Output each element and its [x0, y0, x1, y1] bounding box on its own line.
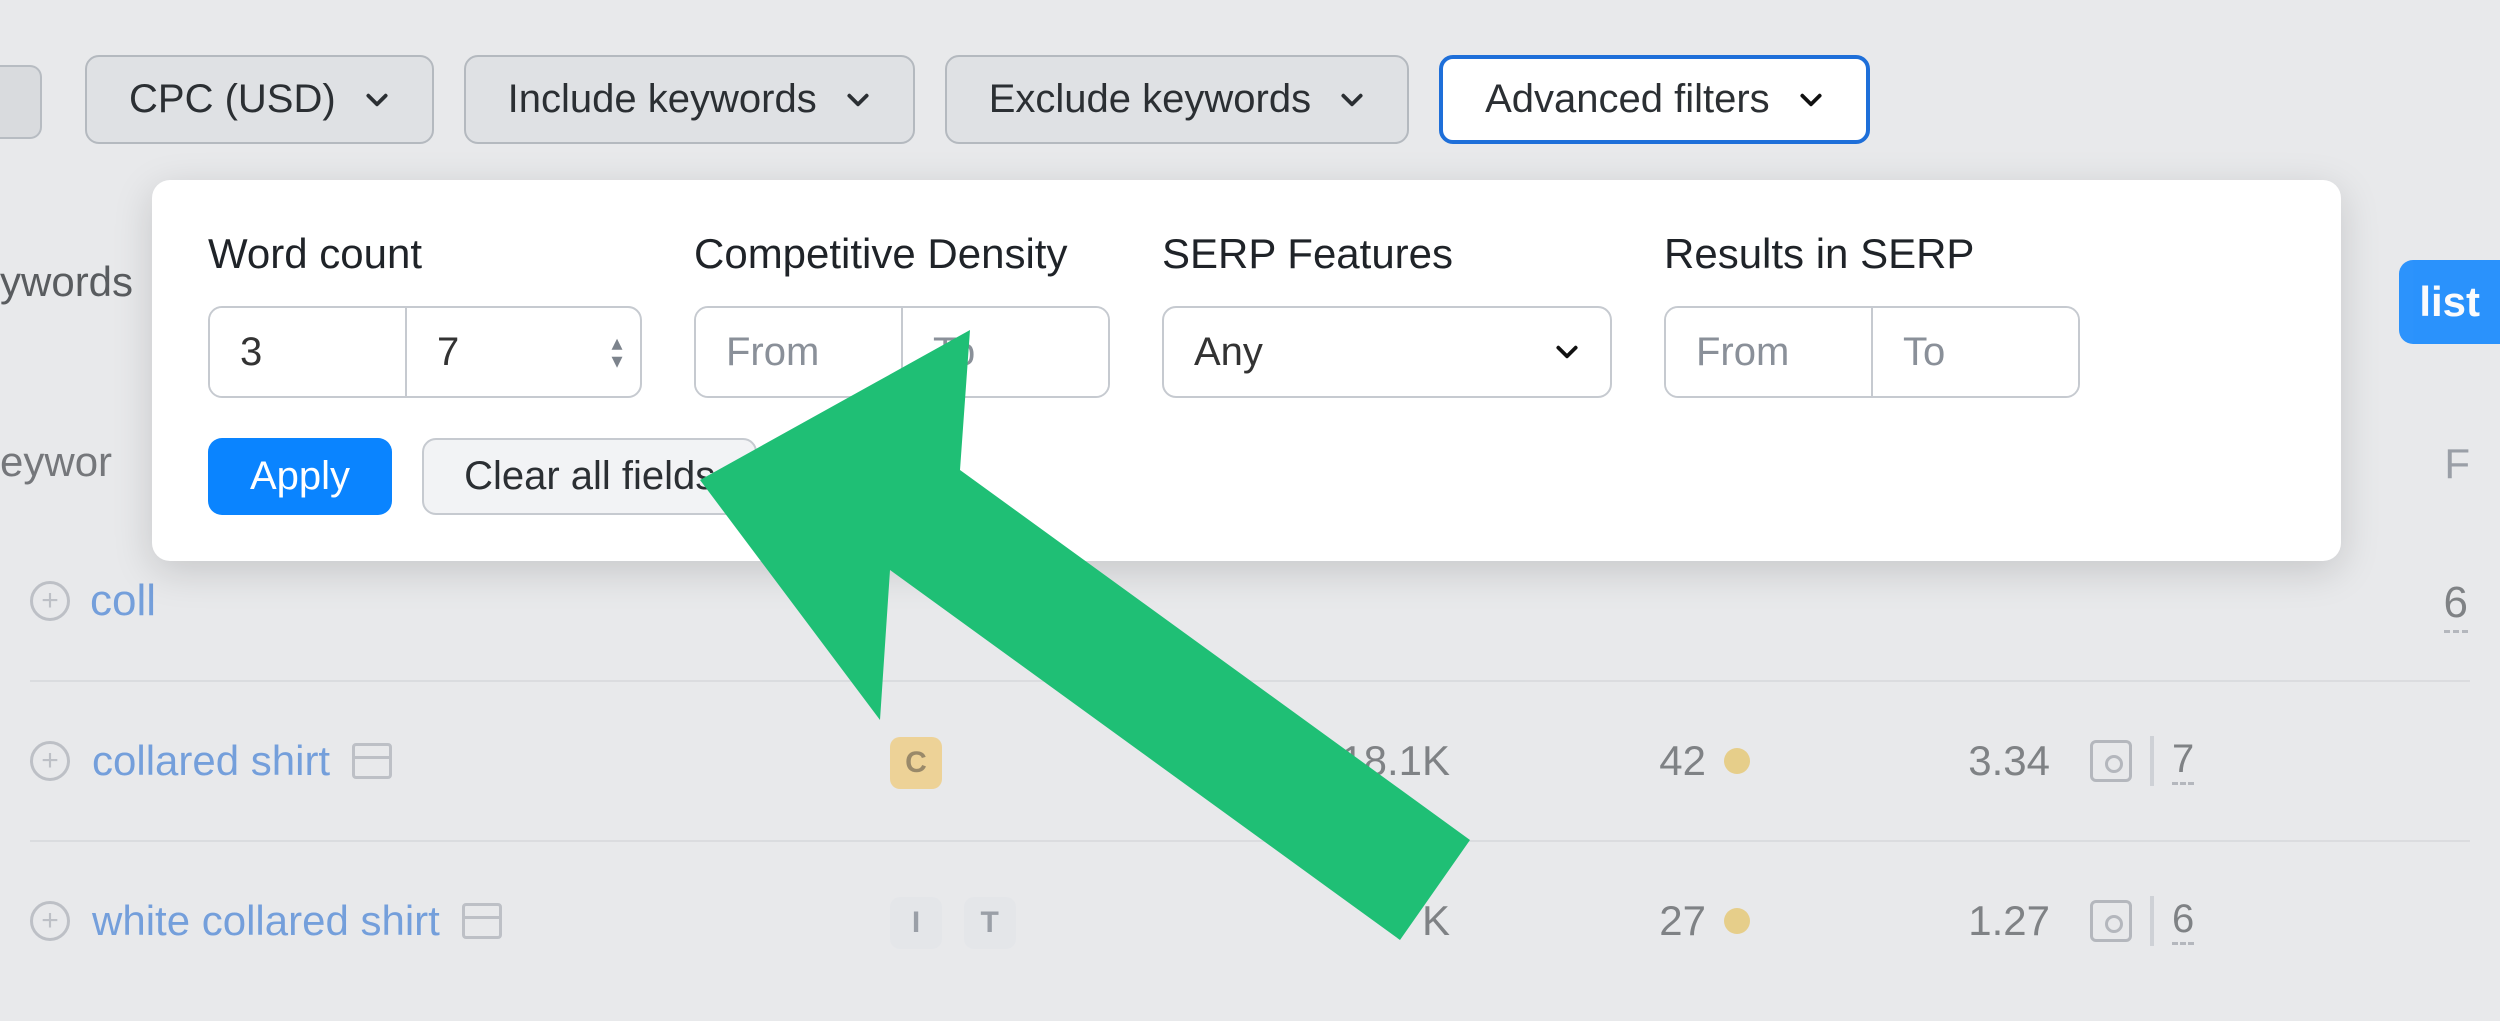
cropped-text: eywor	[0, 438, 140, 486]
sf-count: 6	[2172, 897, 2194, 945]
results-in-serp-from-input[interactable]	[1666, 308, 1871, 396]
volume-cell: 18.1K	[1180, 737, 1500, 785]
word-count-label: Word count	[208, 230, 642, 278]
include-keywords-label: Include keywords	[508, 77, 817, 122]
competitive-density-range	[694, 306, 1110, 398]
serp-features-group: SERP Features Any	[1162, 230, 1612, 398]
kd-cell: 42	[1500, 737, 1790, 785]
open-icon[interactable]	[462, 903, 502, 939]
kd-dot-icon	[1724, 908, 1750, 934]
cpc-cell: 1.27	[1790, 897, 2090, 945]
competitive-density-label: Competitive Density	[694, 230, 1110, 278]
table-row-fragment: + coll	[30, 576, 156, 626]
chevron-down-icon	[1798, 87, 1824, 113]
keyword-link-fragment[interactable]: coll	[90, 576, 156, 626]
table-row: + collared shirt C 18.1K 42 3.34 7	[30, 680, 2470, 840]
chevron-down-icon	[364, 87, 390, 113]
sf-cell: 6	[2090, 896, 2470, 946]
list-chip-label: list	[2419, 278, 2480, 325]
results-in-serp-group: Results in SERP	[1664, 230, 2080, 398]
serp-features-icon[interactable]	[2090, 900, 2132, 942]
sf-count-fragment: 6	[2444, 578, 2468, 633]
results-in-serp-range	[1664, 306, 2080, 398]
chevron-down-icon	[1339, 87, 1365, 113]
filter-bar: CPC (USD) Include keywords Exclude keywo…	[0, 55, 2500, 144]
chevron-down-icon	[1554, 339, 1580, 365]
chevron-down-icon	[845, 87, 871, 113]
add-to-list-chip[interactable]: list	[2399, 260, 2500, 344]
word-count-to-input[interactable]	[407, 308, 602, 396]
advanced-filters-popover: Word count ▴ ▾ Competitive Density SERP …	[152, 180, 2341, 561]
divider	[2150, 896, 2154, 946]
intent-cell: C	[890, 734, 1180, 789]
clear-all-button[interactable]: Clear all fields	[422, 438, 757, 515]
open-icon[interactable]	[352, 743, 392, 779]
apply-button[interactable]: Apply	[208, 438, 392, 515]
competitive-density-group: Competitive Density	[694, 230, 1110, 398]
serp-features-label: SERP Features	[1162, 230, 1612, 278]
results-in-serp-label: Results in SERP	[1664, 230, 2080, 278]
clear-all-button-label: Clear all fields	[464, 454, 715, 498]
keyword-link[interactable]: white collared shirt	[92, 897, 440, 945]
sf-count: 7	[2172, 737, 2194, 785]
serp-features-value: Any	[1194, 330, 1263, 375]
kd-cell: 27	[1500, 897, 1790, 945]
volume-cell: K	[1180, 897, 1500, 945]
expand-icon[interactable]: +	[30, 901, 70, 941]
word-count-from-input[interactable]	[210, 308, 405, 396]
word-count-range: ▴ ▾	[208, 306, 642, 398]
serp-features-icon[interactable]	[2090, 740, 2132, 782]
apply-button-label: Apply	[250, 454, 350, 498]
intent-badge-commercial: C	[890, 737, 942, 789]
cropped-text: ywords	[0, 258, 140, 306]
exclude-keywords-label: Exclude keywords	[989, 77, 1311, 122]
word-count-group: Word count ▴ ▾	[208, 230, 642, 398]
column-header-fragment: F	[2444, 440, 2470, 488]
stepper-down-icon[interactable]: ▾	[611, 352, 622, 370]
competitive-density-from-input[interactable]	[696, 308, 901, 396]
serp-features-select[interactable]: Any	[1162, 306, 1612, 398]
keyword-table: + collared shirt C 18.1K 42 3.34 7 + whi…	[0, 680, 2500, 1000]
intent-badge-transactional: T	[964, 897, 1016, 949]
exclude-keywords-filter[interactable]: Exclude keywords	[945, 55, 1409, 144]
kd-dot-icon	[1724, 748, 1750, 774]
include-keywords-filter[interactable]: Include keywords	[464, 55, 915, 144]
expand-icon[interactable]: +	[30, 741, 70, 781]
intent-cell: I T	[890, 894, 1180, 949]
competitive-density-to-input[interactable]	[903, 308, 1108, 396]
advanced-filters-button[interactable]: Advanced filters	[1439, 55, 1870, 144]
sf-cell: 7	[2090, 736, 2470, 786]
table-row: + white collared shirt I T K 27 1.27 6	[30, 840, 2470, 1000]
number-stepper[interactable]: ▴ ▾	[602, 308, 640, 396]
intent-badge-informational: I	[890, 897, 942, 949]
cpc-cell: 3.34	[1790, 737, 2090, 785]
kd-value: 27	[1659, 897, 1706, 945]
cpc-filter[interactable]: CPC (USD)	[85, 55, 434, 144]
divider	[2150, 736, 2154, 786]
cpc-filter-label: CPC (USD)	[129, 77, 336, 122]
kd-value: 42	[1659, 737, 1706, 785]
advanced-filters-label: Advanced filters	[1485, 77, 1770, 122]
results-in-serp-to-input[interactable]	[1873, 308, 2078, 396]
keyword-link[interactable]: collared shirt	[92, 737, 330, 785]
expand-icon[interactable]: +	[30, 581, 70, 621]
